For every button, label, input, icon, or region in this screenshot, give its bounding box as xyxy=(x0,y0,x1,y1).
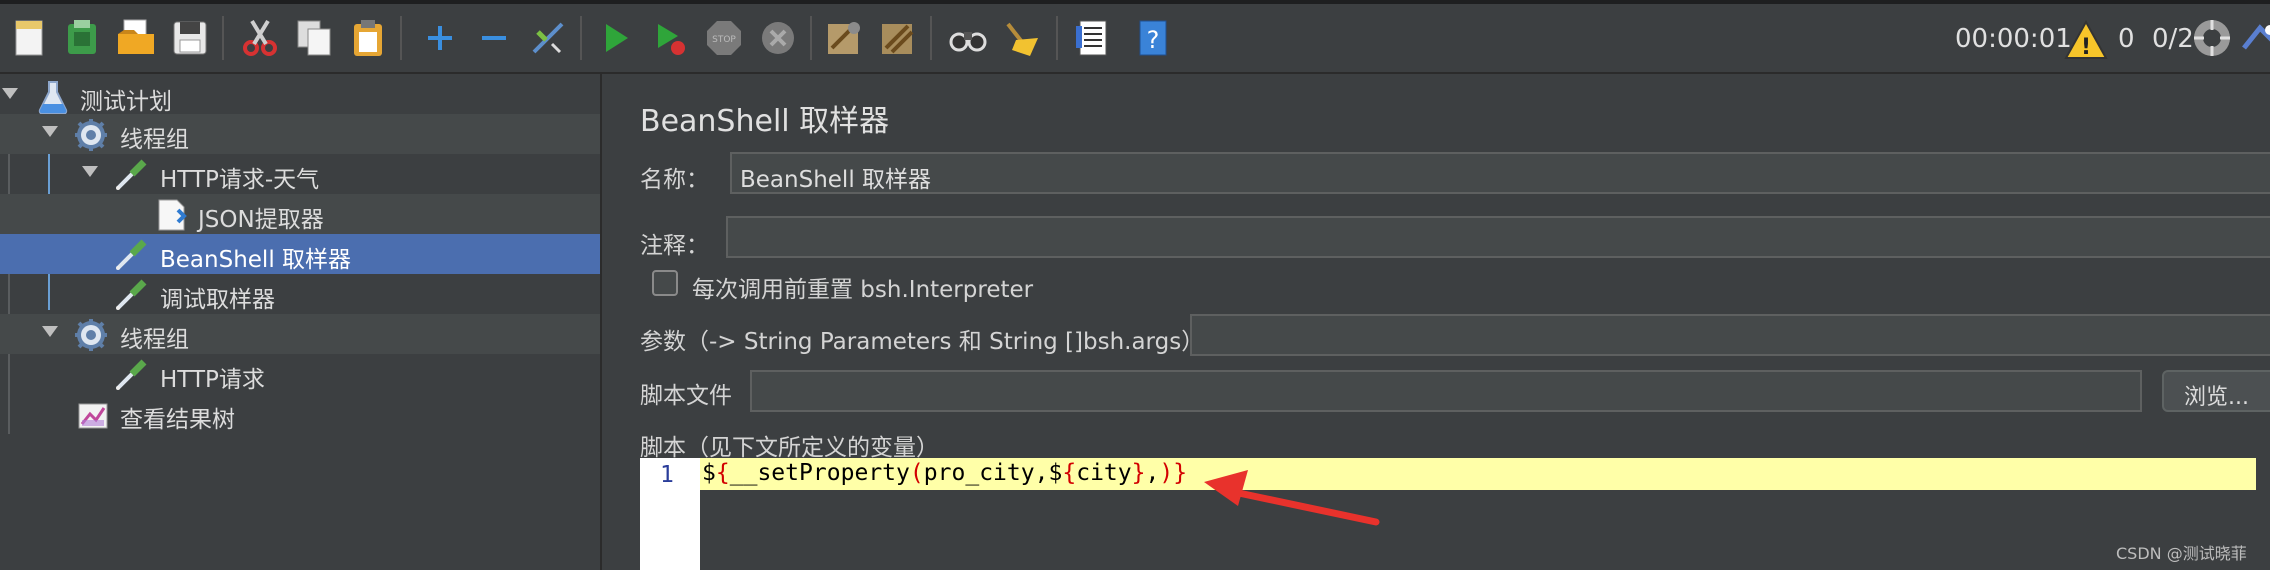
tree-item-debug-sampler[interactable]: 调试取样器 xyxy=(0,274,600,314)
expand-icon[interactable] xyxy=(418,16,462,60)
log-viewer-icon[interactable] xyxy=(2240,16,2270,60)
tree-item-label: HTTP请求 xyxy=(160,367,265,393)
open-icon[interactable] xyxy=(114,16,158,60)
start-icon[interactable] xyxy=(594,16,638,60)
script-code-line[interactable]: ${__setProperty(pro_city,${city},)} xyxy=(702,460,1187,486)
toolbar-separator xyxy=(400,16,402,60)
script-file-label: 脚本文件 xyxy=(640,383,732,409)
pipette-icon xyxy=(114,238,148,272)
flask-icon xyxy=(36,80,70,115)
tree-item-label: 线程组 xyxy=(120,327,189,353)
document-icon xyxy=(154,198,188,232)
pipette-icon xyxy=(114,158,148,192)
cut-icon[interactable] xyxy=(238,16,282,60)
pipette-icon xyxy=(114,278,148,312)
search-icon[interactable] xyxy=(946,16,990,60)
stop-icon[interactable]: STOP xyxy=(702,16,746,60)
tree-item-test-plan[interactable]: 测试计划 xyxy=(0,76,600,116)
clear-all-icon[interactable] xyxy=(876,16,920,60)
start-no-pause-icon[interactable] xyxy=(648,16,692,60)
copy-icon[interactable] xyxy=(292,16,336,60)
tree-item-label: BeanShell 取样器 xyxy=(160,247,352,273)
tree-item-http-request[interactable]: HTTP请求 xyxy=(0,354,600,394)
watermark: CSDN @测试晓菲 xyxy=(2116,544,2247,563)
toggle-icon[interactable] xyxy=(526,16,570,60)
active-threads: 0/2 xyxy=(2152,24,2194,54)
function-helper-icon[interactable] xyxy=(1070,16,1114,60)
paste-icon[interactable] xyxy=(346,16,390,60)
help-icon[interactable]: ? xyxy=(1130,16,1174,60)
toolbar-separator xyxy=(930,16,932,60)
svg-text:?: ? xyxy=(1147,26,1160,54)
new-icon[interactable] xyxy=(8,16,52,60)
toolbar-separator xyxy=(222,16,224,60)
svg-text:STOP: STOP xyxy=(712,35,736,45)
chart-icon xyxy=(76,398,110,432)
pipette-icon xyxy=(114,358,148,392)
reset-search-icon[interactable] xyxy=(1000,16,1044,60)
annotation-arrow-icon xyxy=(1204,470,1380,526)
script-code-text: ${__setProperty(pro_city,${city},)} xyxy=(702,460,1188,486)
shutdown-icon[interactable] xyxy=(756,16,800,60)
tree-item-json-extractor[interactable]: JSON提取器 xyxy=(0,194,600,234)
gear-icon xyxy=(74,318,108,352)
comment-label: 注释： xyxy=(640,233,709,259)
browse-button[interactable]: 浏览... xyxy=(2162,370,2270,412)
tree-item-label: HTTP请求-天气 xyxy=(160,167,320,193)
name-field[interactable]: BeanShell 取样器 xyxy=(730,152,2270,194)
parameters-label: 参数（-> String Parameters 和 String []bsh.a… xyxy=(640,329,1205,355)
toolbar-separator xyxy=(580,16,582,60)
reset-interpreter-checkbox[interactable] xyxy=(652,270,678,296)
comment-field[interactable] xyxy=(726,216,2270,258)
collapse-icon[interactable] xyxy=(472,16,516,60)
script-label: 脚本（见下文所定义的变量） xyxy=(640,435,939,461)
tree-item-label: 查看结果树 xyxy=(120,407,235,433)
tree-item-label: 调试取样器 xyxy=(160,287,275,313)
warning-icon[interactable]: ! xyxy=(2064,18,2108,62)
tree-item-thread-group-2[interactable]: 线程组 xyxy=(0,314,600,354)
tree-item-view-results-tree[interactable]: 查看结果树 xyxy=(0,394,600,434)
templates-icon[interactable] xyxy=(60,16,104,60)
toolbar-separator xyxy=(810,16,812,60)
reset-interpreter-label: 每次调用前重置 bsh.Interpreter xyxy=(692,277,1034,303)
tree-item-label: JSON提取器 xyxy=(198,207,324,233)
tree-item-thread-group[interactable]: 线程组 xyxy=(0,114,600,154)
line-number: 1 xyxy=(660,462,674,488)
expand-arrow-icon[interactable] xyxy=(42,126,58,137)
gear-icon xyxy=(74,118,108,152)
tree-item-http-weather[interactable]: HTTP请求-天气 xyxy=(0,154,600,194)
name-label: 名称： xyxy=(640,167,709,193)
tree-item-label: 线程组 xyxy=(120,127,189,153)
toolbar-separator xyxy=(1056,16,1058,60)
svg-text:!: ! xyxy=(2081,35,2091,60)
panel-title: BeanShell 取样器 xyxy=(640,104,890,139)
parameters-field[interactable] xyxy=(1190,314,2270,356)
remote-engines-icon[interactable] xyxy=(2190,16,2234,60)
expand-arrow-icon[interactable] xyxy=(82,166,98,177)
toolbar: STOP ? 00:00:01 ! 0 0/2 xyxy=(0,4,2270,74)
clear-icon[interactable] xyxy=(822,16,866,60)
script-file-field[interactable] xyxy=(750,370,2142,412)
expand-arrow-icon[interactable] xyxy=(2,88,18,99)
expand-arrow-icon[interactable] xyxy=(42,326,58,337)
save-icon[interactable] xyxy=(168,16,212,60)
tree-item-beanshell-sampler[interactable]: BeanShell 取样器 xyxy=(0,234,600,274)
tree-item-label: 测试计划 xyxy=(80,89,172,115)
warning-count: 0 xyxy=(2118,24,2135,54)
elapsed-time: 00:00:01 xyxy=(1955,24,2072,54)
